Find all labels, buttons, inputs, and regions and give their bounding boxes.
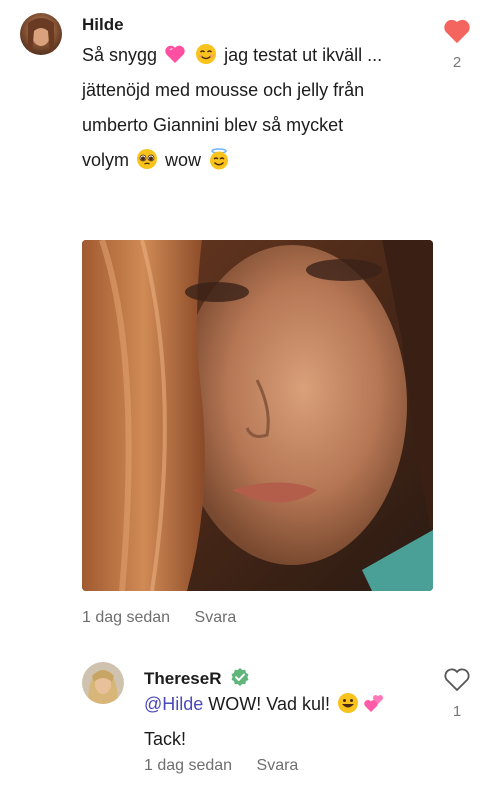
heart-icon [444, 19, 470, 43]
comment-text: @Hilde WOW! Vad kul! Tack! [144, 687, 434, 757]
like-button[interactable]: 1 [440, 668, 474, 720]
comment-author[interactable]: ThereseR [144, 667, 250, 689]
author-name: ThereseR [144, 669, 222, 688]
pleading-emoji-icon [137, 149, 158, 169]
smiling-emoji-icon [196, 44, 217, 64]
two-hearts-emoji-icon [364, 695, 384, 712]
comment-photo[interactable] [82, 240, 433, 591]
reply-button[interactable]: Svara [257, 757, 299, 774]
like-button[interactable]: 2 [440, 19, 474, 71]
comment-line: volym wow [82, 143, 437, 178]
comment-therese: ThereseR @Hilde WOW! Vad kul! Tack! 1 1 … [0, 640, 500, 795]
comment-line: @Hilde WOW! Vad kul! [144, 687, 434, 722]
comment-text-part: WOW! Vad kul! [203, 694, 335, 714]
comment-line: jättenöjd med mousse och jelly från [82, 80, 365, 100]
heart-icon [444, 668, 470, 691]
comment-line: Tack! [144, 729, 187, 749]
grinning-emoji-icon [337, 693, 358, 713]
comment-text: Så snygg jag testat ut ikväll ... jätten… [82, 38, 437, 178]
halo-emoji-icon [210, 148, 229, 170]
like-count: 1 [452, 703, 462, 720]
avatar[interactable] [82, 662, 124, 704]
verified-badge-icon [231, 668, 249, 686]
comment-hilde: Hilde Så snygg jag testat ut ikväll ... … [0, 0, 500, 640]
comment-line: umberto Giannini blev så mycket [82, 115, 344, 135]
reply-button[interactable]: Svara [195, 609, 237, 626]
comment-meta: 1 dag sedan Svara [82, 609, 256, 627]
comment-meta: 1 dag sedan Svara [144, 757, 318, 775]
comment-timestamp: 1 dag sedan [144, 757, 233, 774]
mention-link[interactable]: @Hilde [144, 694, 203, 714]
heart-emoji-icon [165, 45, 185, 63]
heart-icon-fill [444, 19, 470, 43]
comment-author[interactable]: Hilde [82, 15, 124, 35]
avatar[interactable] [20, 13, 62, 55]
comment-timestamp: 1 dag sedan [82, 609, 171, 626]
comment-line: Så snygg jag testat ut ikväll ... [82, 44, 383, 65]
like-count: 2 [452, 54, 462, 71]
